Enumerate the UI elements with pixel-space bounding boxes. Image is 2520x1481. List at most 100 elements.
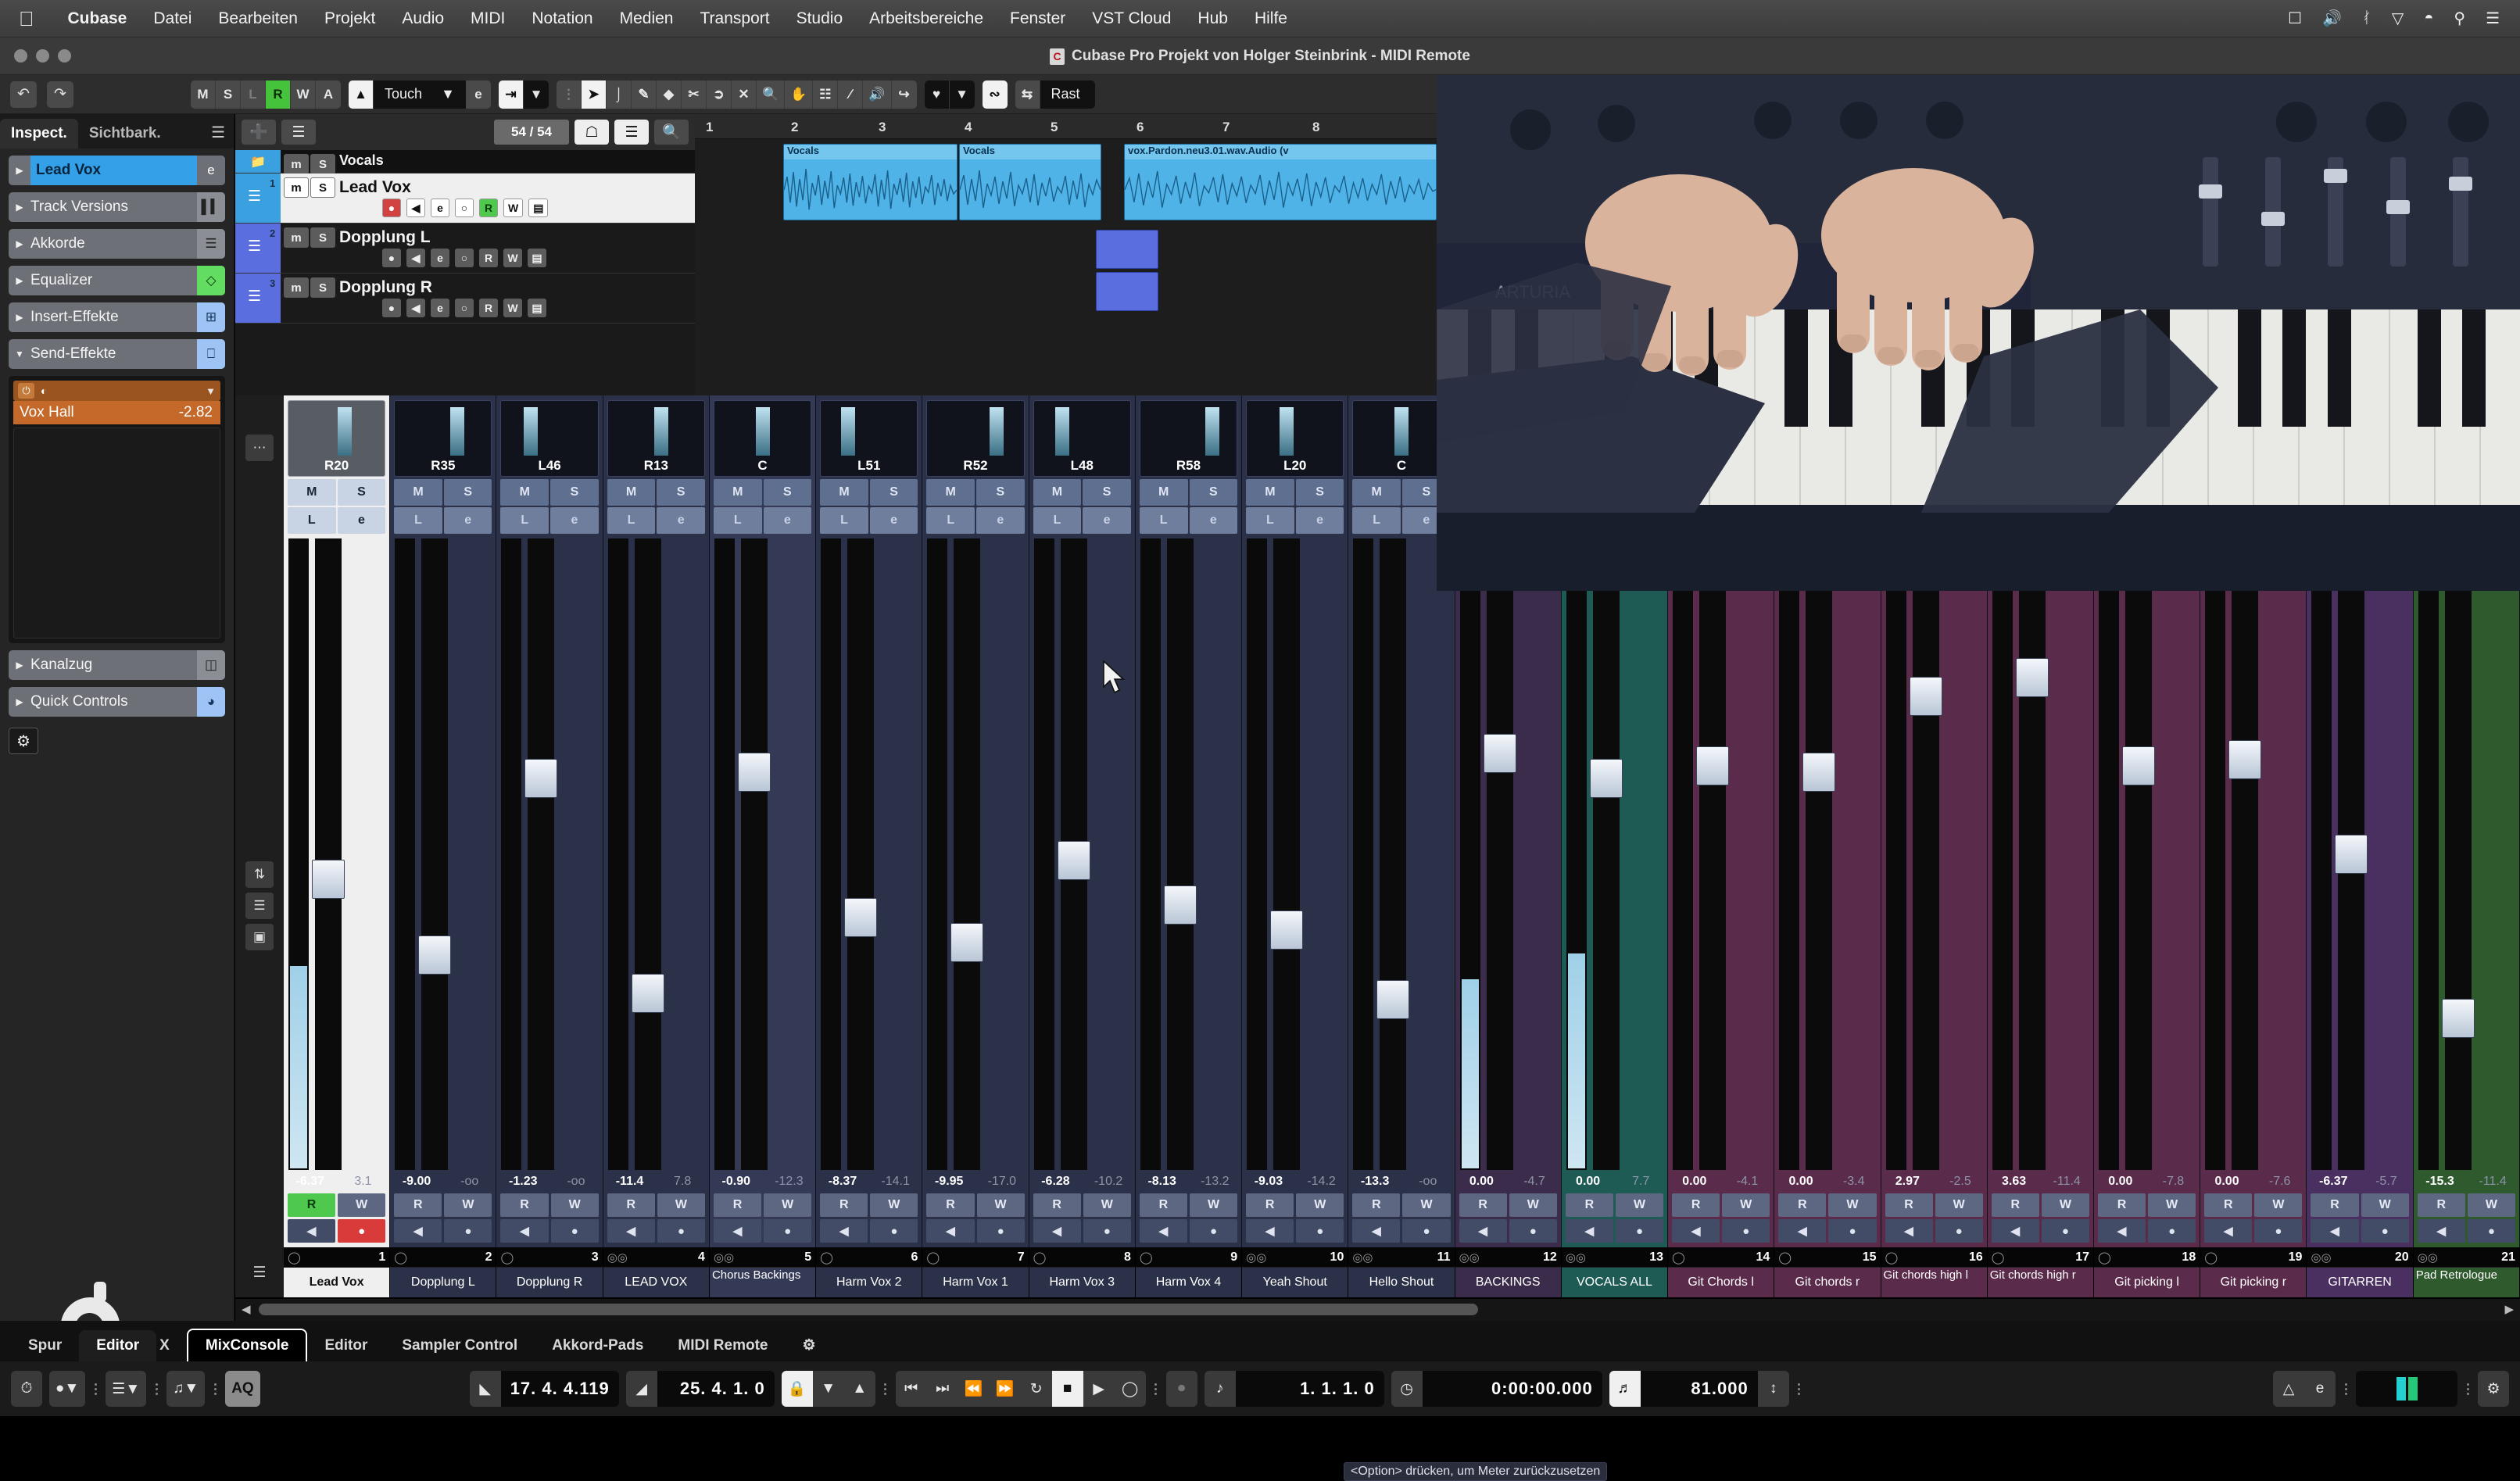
solo-button[interactable]: S (657, 479, 705, 506)
automation-read-button[interactable]: R (2417, 1193, 2465, 1217)
menu-item-midi[interactable]: MIDI (457, 9, 518, 28)
audio-event[interactable]: Vocals (959, 144, 1101, 220)
listen-button[interactable]: L (288, 507, 336, 534)
automation-row[interactable]: RW (1139, 1193, 1238, 1217)
fader-area[interactable] (2307, 538, 2412, 1170)
automation-row[interactable]: RW (1352, 1193, 1451, 1217)
listen-edit-row[interactable]: Le (1139, 507, 1238, 534)
channel-name[interactable]: Lead Vox (284, 1268, 390, 1297)
automation-read-button[interactable]: R (1672, 1193, 1720, 1217)
fader-track[interactable] (1592, 538, 1620, 1170)
pan-control[interactable]: C (713, 400, 812, 477)
gain-value[interactable]: 0.00 (1668, 1175, 1721, 1189)
fader-handle[interactable] (631, 973, 664, 1013)
record-enable-button[interactable]: ● (764, 1219, 812, 1243)
listen-edit-row[interactable]: Le (926, 507, 1025, 534)
fader-track[interactable] (1912, 538, 1939, 1170)
fader-track[interactable] (2232, 538, 2259, 1170)
track-mute-solo[interactable]: mS (281, 274, 339, 323)
peak-meter-value[interactable]: -14.1 (869, 1175, 922, 1189)
mixer-channel-strip[interactable]: R52 M S Le -9.95 -17.0 R W ◀ ● (922, 395, 1029, 1247)
record-button[interactable]: ◯ (1115, 1371, 1146, 1407)
edit-channel-button[interactable]: e (431, 249, 449, 267)
edit-channel-button[interactable]: e (550, 507, 599, 534)
listen-button[interactable]: L (500, 507, 549, 534)
fader-track[interactable] (2124, 538, 2152, 1170)
list-view-icon[interactable]: ☰ (614, 120, 649, 145)
channel-name-cell[interactable]: ◎◎ 20 GITARREN (2307, 1247, 2414, 1297)
pan-control[interactable]: R20 (288, 400, 386, 477)
channel-name[interactable]: Harm Vox 2 (816, 1268, 922, 1297)
fader-track[interactable] (2444, 538, 2472, 1170)
fader-area[interactable] (1029, 538, 1135, 1170)
peak-meter-value[interactable]: -oo (1401, 1175, 1455, 1189)
name-strip-left-rail[interactable]: ☰ (235, 1247, 284, 1297)
channel-name[interactable]: LEAD VOX (603, 1268, 709, 1297)
fader-handle[interactable] (418, 935, 452, 975)
split-tool-icon[interactable]: ✂ (682, 80, 707, 109)
automation-write-button[interactable]: W (657, 1193, 705, 1217)
lanes-button[interactable]: ▤ (528, 299, 546, 317)
automation-read-button[interactable]: R (479, 299, 498, 317)
automation-row[interactable]: RW (607, 1193, 705, 1217)
listen-button[interactable]: L (713, 507, 762, 534)
monitor-button[interactable]: ◀ (926, 1219, 975, 1243)
monitor-button[interactable]: ◀ (2204, 1219, 2253, 1243)
arrange-area[interactable]: 1 2 3 4 5 6 7 8 Vocals Vocals vox.Pardon… (695, 114, 1441, 395)
mixer-channel-strip[interactable]: R20 M S Le -6.37 3.1 R W ◀ ● (284, 395, 391, 1247)
fader-track[interactable] (1699, 538, 1727, 1170)
listen-button[interactable]: L (1139, 507, 1188, 534)
track-buttons[interactable]: ● ◀ e ○ R W ▤ (382, 249, 546, 267)
monitor-button[interactable]: ◀ (1778, 1219, 1827, 1243)
apple-logo-icon[interactable]:  (19, 9, 34, 29)
monitor-button[interactable]: ◀ (1459, 1219, 1507, 1243)
monitor-record-row[interactable]: ◀ ● (1139, 1219, 1238, 1243)
automation-write-button[interactable]: W (870, 1193, 918, 1217)
audio-event[interactable] (1096, 230, 1158, 269)
track-solo-button[interactable]: S (310, 227, 335, 248)
mute-tool-icon[interactable]: ✕ (732, 80, 757, 109)
automation-row[interactable]: RW (926, 1193, 1025, 1217)
automation-read-button[interactable]: R (479, 199, 498, 217)
inspector-section-insert-effekte[interactable]: ▶ Insert-Effekte ⊞ (9, 302, 225, 332)
monitor-record-row[interactable]: ◀ ● (1033, 1219, 1131, 1243)
monitor-record-row[interactable]: ◀ ● (2311, 1219, 2409, 1243)
monitor-record-row[interactable]: ◀ ● (1885, 1219, 1983, 1243)
track-mute-button[interactable]: m (284, 277, 309, 298)
automation-read-button[interactable]: R (479, 249, 498, 267)
note-icon[interactable]: ♪ (1205, 1371, 1236, 1407)
fader-handle[interactable] (2015, 657, 2049, 697)
mute-solo-row[interactable]: MS (1352, 479, 1451, 506)
fader-area[interactable] (496, 538, 602, 1170)
menu-item-hilfe[interactable]: Hilfe (1241, 9, 1301, 28)
auto-a-button[interactable]: A (316, 80, 341, 109)
mute-button[interactable]: M (607, 479, 656, 506)
channel-name-cell[interactable]: ◎◎ 4 LEAD VOX (603, 1247, 710, 1297)
mute-solo-row[interactable]: MS (1033, 479, 1131, 506)
gain-value[interactable]: -9.95 (922, 1175, 975, 1189)
chords-icon[interactable]: ☰ (197, 229, 225, 259)
automation-row[interactable]: RW (2204, 1193, 2303, 1217)
automation-row[interactable]: RW (1672, 1193, 1770, 1217)
freeze-button[interactable]: ○ (455, 249, 474, 267)
monitor-record-row[interactable]: ◀ ● (1459, 1219, 1557, 1243)
channel-name[interactable]: Git Chords l (1668, 1268, 1774, 1297)
mute-button[interactable]: M (1033, 479, 1082, 506)
comp-tool-icon[interactable]: ☷ (813, 80, 839, 109)
tab-editor-left[interactable]: Editor (79, 1330, 157, 1361)
monitor-record-row[interactable]: ◀ ● (1778, 1219, 1877, 1243)
mute-button[interactable]: M (394, 479, 442, 506)
mono-io-icon[interactable]: ◯ (1672, 1250, 1685, 1265)
folder-view-icon[interactable]: ☖ (575, 120, 609, 145)
redo-button[interactable]: ↷ (47, 80, 73, 108)
fader-track[interactable] (1486, 538, 1513, 1170)
track-row-dopplung-r[interactable]: ☰ 3 mS Dopplung R ● ◀ e ○ R W ▤ (235, 274, 695, 324)
peak-meter-value[interactable]: -14.2 (1295, 1175, 1348, 1189)
auto-r-button[interactable]: R (266, 80, 291, 109)
pan-control[interactable]: R58 (1139, 400, 1238, 477)
monitor-button[interactable]: ◀ (607, 1219, 655, 1243)
monitor-record-row[interactable]: ◀ ● (1352, 1219, 1451, 1243)
mute-solo-row[interactable]: MS (607, 479, 705, 506)
listen-edit-row[interactable]: Le (288, 507, 386, 534)
clock-icon[interactable]: ◷ (1391, 1371, 1423, 1407)
